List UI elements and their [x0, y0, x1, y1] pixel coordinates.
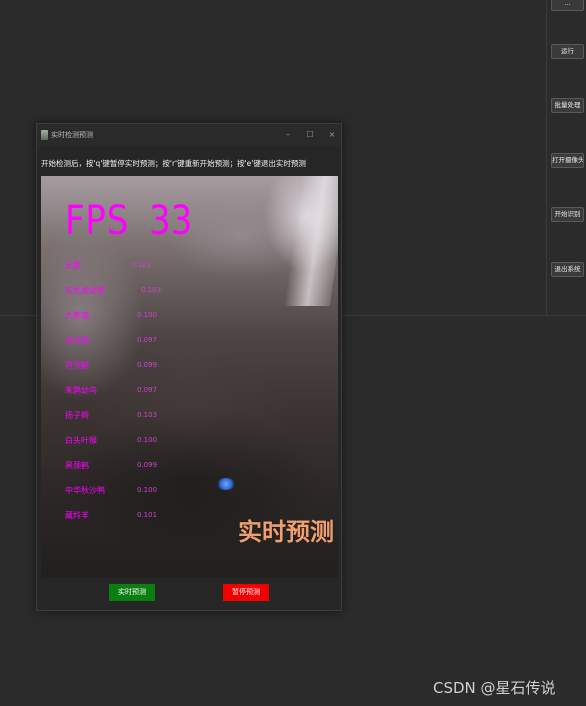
- batch-process-button[interactable]: 批量处理: [551, 98, 584, 113]
- minimize-icon[interactable]: –: [283, 129, 293, 140]
- screen: … 运行 批量处理 打开摄像头 开始识别 退出系统 实时检测预测 – ☐ × 开…: [0, 0, 586, 706]
- detection-name: 朱鹮幼鸟: [65, 386, 97, 395]
- side-panel-border: [546, 0, 547, 315]
- detection-name: 中华秋沙鸭: [65, 486, 105, 495]
- detection-score: 0.101: [131, 261, 152, 269]
- detection-score: 0.099: [137, 461, 158, 469]
- detection-score: 0.099: [137, 361, 158, 369]
- start-predict-button[interactable]: 实时预测: [109, 584, 155, 601]
- detection-name: 东北虎幼崽: [65, 286, 105, 295]
- side-button-top[interactable]: …: [551, 0, 584, 11]
- detection-score: 0.100: [137, 436, 158, 444]
- detection-name: 扬子鳄: [65, 411, 89, 420]
- maximize-icon[interactable]: ☐: [305, 129, 315, 140]
- detection-score: 0.101: [137, 511, 158, 519]
- detection-score: 0.103: [141, 286, 162, 294]
- start-recognition-button[interactable]: 开始识别: [551, 207, 584, 222]
- detection-score: 0.097: [137, 336, 158, 344]
- window-titlebar[interactable]: 实时检测预测 – ☐ ×: [37, 124, 341, 146]
- blue-light-spot: [217, 478, 235, 490]
- instruction-text: 开始检测后，按'q'键暂停实时预测；按'r'键重新开始预测；按'e'键退出实时预…: [41, 159, 306, 168]
- detection-name: 藏羚羊: [65, 511, 89, 520]
- close-icon[interactable]: ×: [327, 129, 337, 140]
- caption-overlay: 实时预测: [238, 518, 334, 546]
- detection-name: 金丝猴: [65, 336, 89, 345]
- detection-score: 0.103: [137, 411, 158, 419]
- app-icon: [41, 130, 48, 140]
- open-camera-button[interactable]: 打开摄像头: [551, 153, 584, 168]
- detection-name: 白头叶猴: [65, 436, 97, 445]
- watermark: CSDN @星石传说: [433, 679, 556, 697]
- pause-predict-button[interactable]: 暂停预测: [223, 584, 269, 601]
- detection-name: 天鹅: [65, 261, 81, 270]
- run-button[interactable]: 运行: [551, 44, 584, 59]
- detection-score: 0.097: [137, 386, 158, 394]
- detection-score: 0.100: [137, 311, 158, 319]
- detection-name: 黑颈鹤: [65, 461, 89, 470]
- detection-score: 0.100: [137, 486, 158, 494]
- fps-label: FPS: [65, 198, 130, 244]
- fps-value: 33: [149, 198, 193, 244]
- detection-name: 丹顶鹤: [65, 361, 89, 370]
- exit-system-button[interactable]: 退出系统: [551, 262, 584, 277]
- detection-name: 大熊猫: [65, 311, 89, 320]
- light-glare: [283, 176, 338, 306]
- window-title: 实时检测预测: [51, 131, 93, 139]
